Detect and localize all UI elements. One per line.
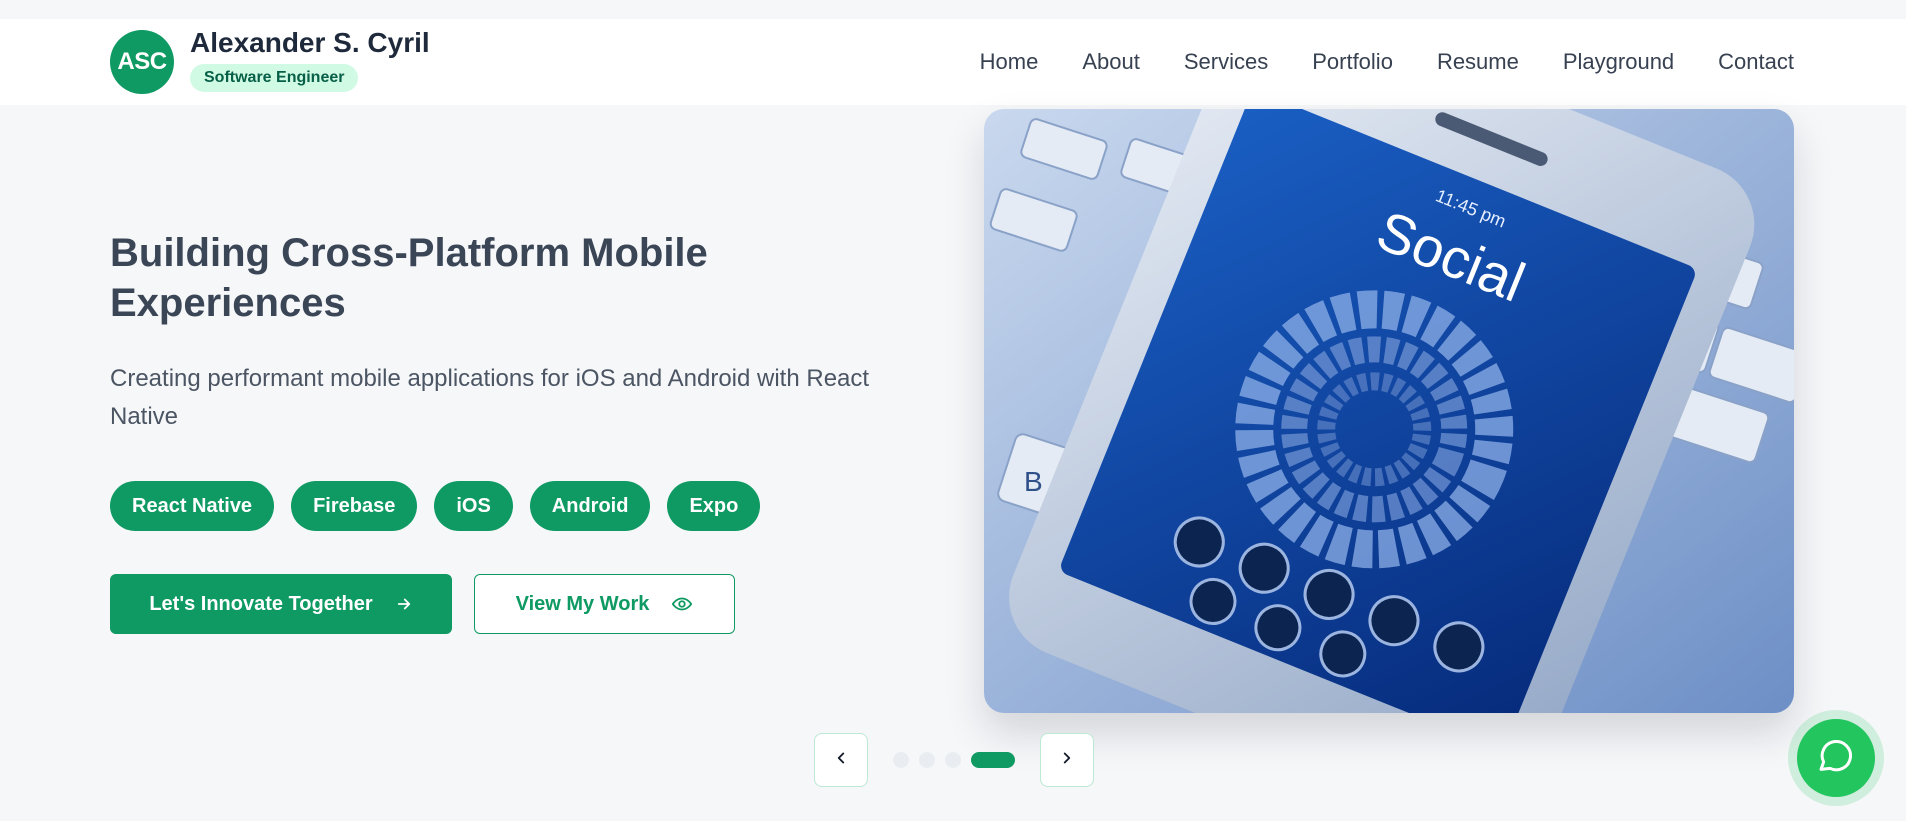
brand[interactable]: ASC Alexander S. Cyril Software Engineer <box>110 27 430 94</box>
eye-icon <box>671 593 693 615</box>
nav-services[interactable]: Services <box>1184 49 1268 75</box>
tag-firebase: Firebase <box>291 481 418 531</box>
view-my-work-button[interactable]: View My Work <box>474 574 735 634</box>
carousel-prev-button[interactable] <box>814 733 868 787</box>
brand-text: Alexander S. Cyril Software Engineer <box>190 26 430 92</box>
hero-image: B N 11:45 pm Social <box>984 109 1794 713</box>
carousel-dot-3[interactable] <box>945 752 961 768</box>
tag-expo: Expo <box>667 481 761 531</box>
cta-group: Let's Innovate Together View My Work <box>110 574 735 634</box>
nav-portfolio[interactable]: Portfolio <box>1312 49 1393 75</box>
nav-home[interactable]: Home <box>980 49 1039 75</box>
innovate-together-button[interactable]: Let's Innovate Together <box>110 574 452 634</box>
chevron-left-icon <box>832 749 850 772</box>
tag-react-native: React Native <box>110 481 275 531</box>
nav-resume[interactable]: Resume <box>1437 49 1519 75</box>
brand-logo[interactable]: ASC <box>110 30 174 94</box>
brand-name[interactable]: Alexander S. Cyril <box>190 26 430 60</box>
site-header: ASC Alexander S. Cyril Software Engineer… <box>0 19 1906 105</box>
carousel-controls <box>814 733 1094 787</box>
carousel-dot-1[interactable] <box>893 752 909 768</box>
arrow-right-icon <box>395 595 413 613</box>
nav-about[interactable]: About <box>1082 49 1140 75</box>
hero-subtitle: Creating performant mobile applications … <box>110 365 870 430</box>
key-label-b: B <box>1024 466 1043 497</box>
carousel-next-button[interactable] <box>1040 733 1094 787</box>
view-my-work-label: View My Work <box>515 592 650 615</box>
main-nav: Home About Services Portfolio Resume Pla… <box>936 19 1794 105</box>
hero-title: Building Cross-Platform Mobile Experienc… <box>110 231 708 325</box>
chat-fab-button[interactable] <box>1788 710 1884 806</box>
nav-contact[interactable]: Contact <box>1718 49 1794 75</box>
chat-fab-inner <box>1797 719 1875 797</box>
role-badge: Software Engineer <box>190 64 359 92</box>
nav-playground[interactable]: Playground <box>1563 49 1674 75</box>
chat-bubble-icon <box>1816 736 1856 781</box>
tag-ios: iOS <box>434 481 513 531</box>
carousel-dots <box>888 752 1020 768</box>
smartphone-keyboard-illustration: B N 11:45 pm Social <box>984 109 1794 713</box>
tech-tags: React Native Firebase iOS Android Expo <box>110 481 777 531</box>
tag-android: Android <box>529 481 651 531</box>
carousel-dot-4[interactable] <box>971 752 1015 768</box>
chevron-right-icon <box>1058 749 1076 772</box>
carousel-dot-2[interactable] <box>919 752 935 768</box>
innovate-together-label: Let's Innovate Together <box>149 592 373 615</box>
